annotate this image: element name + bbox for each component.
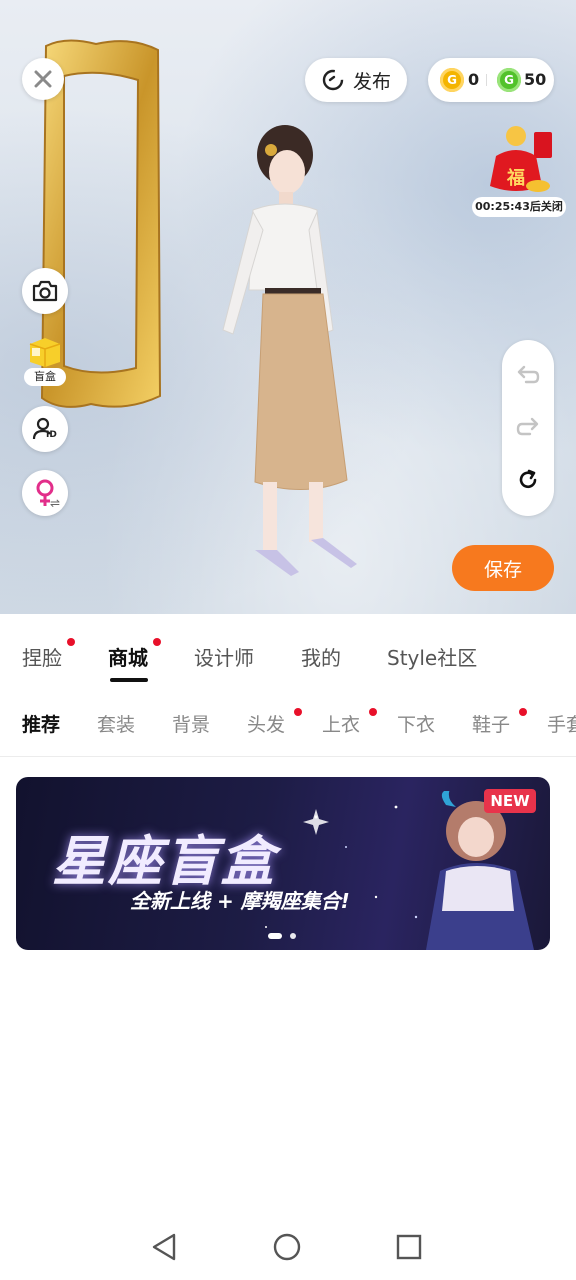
category-recommend[interactable]: 推荐 xyxy=(22,710,60,737)
save-button[interactable]: 保存 xyxy=(452,545,554,591)
swap-arrows-icon: ⇌ xyxy=(50,496,61,510)
new-badge: NEW xyxy=(484,789,536,813)
nav-back-icon[interactable] xyxy=(150,1232,180,1262)
close-button[interactable] xyxy=(22,58,64,100)
coin-divider xyxy=(486,74,487,86)
undo-icon[interactable] xyxy=(516,364,540,386)
publish-icon xyxy=(322,69,344,91)
tab-shop[interactable]: 商城 xyxy=(108,642,148,671)
tab-designer[interactable]: 设计师 xyxy=(194,642,254,671)
category-bottom[interactable]: 下衣 xyxy=(397,710,435,737)
category-gloves[interactable]: 手套 xyxy=(547,710,576,737)
category-outfit[interactable]: 套装 xyxy=(97,710,135,737)
publish-button[interactable]: 发布 xyxy=(305,58,407,102)
id-button[interactable]: ID xyxy=(22,406,68,452)
gold-coin-count: 0 xyxy=(468,70,480,89)
currency-balance[interactable]: G 0 G 50 xyxy=(428,58,554,102)
promo-banner[interactable]: 星座盲盒 全新上线 + 摩羯座集合! NEW xyxy=(16,777,550,950)
green-coin-count: 50 xyxy=(524,70,547,89)
camera-button[interactable] xyxy=(22,268,68,314)
blind-box-icon xyxy=(29,338,61,367)
redo-icon[interactable] xyxy=(516,416,540,438)
blind-box-label: 盲盒 xyxy=(24,368,66,386)
tab-style-community[interactable]: Style社区 xyxy=(387,642,477,671)
banner-indicator-active xyxy=(268,933,282,939)
nav-home-icon[interactable] xyxy=(272,1232,302,1262)
category-shoes[interactable]: 鞋子 xyxy=(472,710,510,737)
banner-subtitle: 全新上线 + 摩羯座集合! xyxy=(130,889,350,913)
category-hair[interactable]: 头发 xyxy=(247,710,285,737)
close-icon xyxy=(34,70,52,88)
avatar-scene[interactable]: 发布 G 0 G 50 福 00:25:43后关闭 盲盒 ID ⇌ 保存 xyxy=(0,0,576,614)
camera-icon xyxy=(32,280,58,302)
tab-mine[interactable]: 我的 xyxy=(301,642,341,671)
promo-timer: 00:25:43后关闭 xyxy=(472,197,566,217)
reset-icon[interactable] xyxy=(516,468,540,492)
banner-indicator xyxy=(290,933,296,939)
category-top-badge xyxy=(369,708,377,716)
nav-recents-icon[interactable] xyxy=(396,1234,422,1260)
id-glyph: ID xyxy=(46,430,57,440)
system-nav-bar xyxy=(0,1216,576,1280)
main-tab-bar: 捏脸 商城 设计师 我的 Style社区 xyxy=(0,614,576,693)
category-shoes-badge xyxy=(519,708,527,716)
lucky-char: 福 xyxy=(507,168,525,189)
blind-box-button[interactable]: 盲盒 xyxy=(22,334,68,388)
gender-switch-button[interactable]: ⇌ xyxy=(22,470,68,516)
category-top[interactable]: 上衣 xyxy=(322,710,360,737)
banner-character xyxy=(426,791,534,950)
category-hair-badge xyxy=(294,708,302,716)
lucky-bag-promo[interactable]: 福 00:25:43后关闭 xyxy=(472,122,566,218)
publish-label: 发布 xyxy=(352,70,391,93)
tab-shop-badge xyxy=(153,638,161,646)
avatar-character[interactable] xyxy=(205,120,375,590)
category-tab-bar: 推荐 套装 背景 头发 上衣 下衣 鞋子 手套 xyxy=(0,692,576,757)
tab-shop-underline xyxy=(110,678,148,682)
green-coin-icon: G xyxy=(497,68,521,92)
tab-face[interactable]: 捏脸 xyxy=(22,642,62,671)
category-background[interactable]: 背景 xyxy=(172,710,210,737)
edit-history-toolbar xyxy=(502,340,554,516)
save-label: 保存 xyxy=(483,558,522,581)
gold-coin-icon: G xyxy=(440,68,464,92)
tab-face-badge xyxy=(67,638,75,646)
